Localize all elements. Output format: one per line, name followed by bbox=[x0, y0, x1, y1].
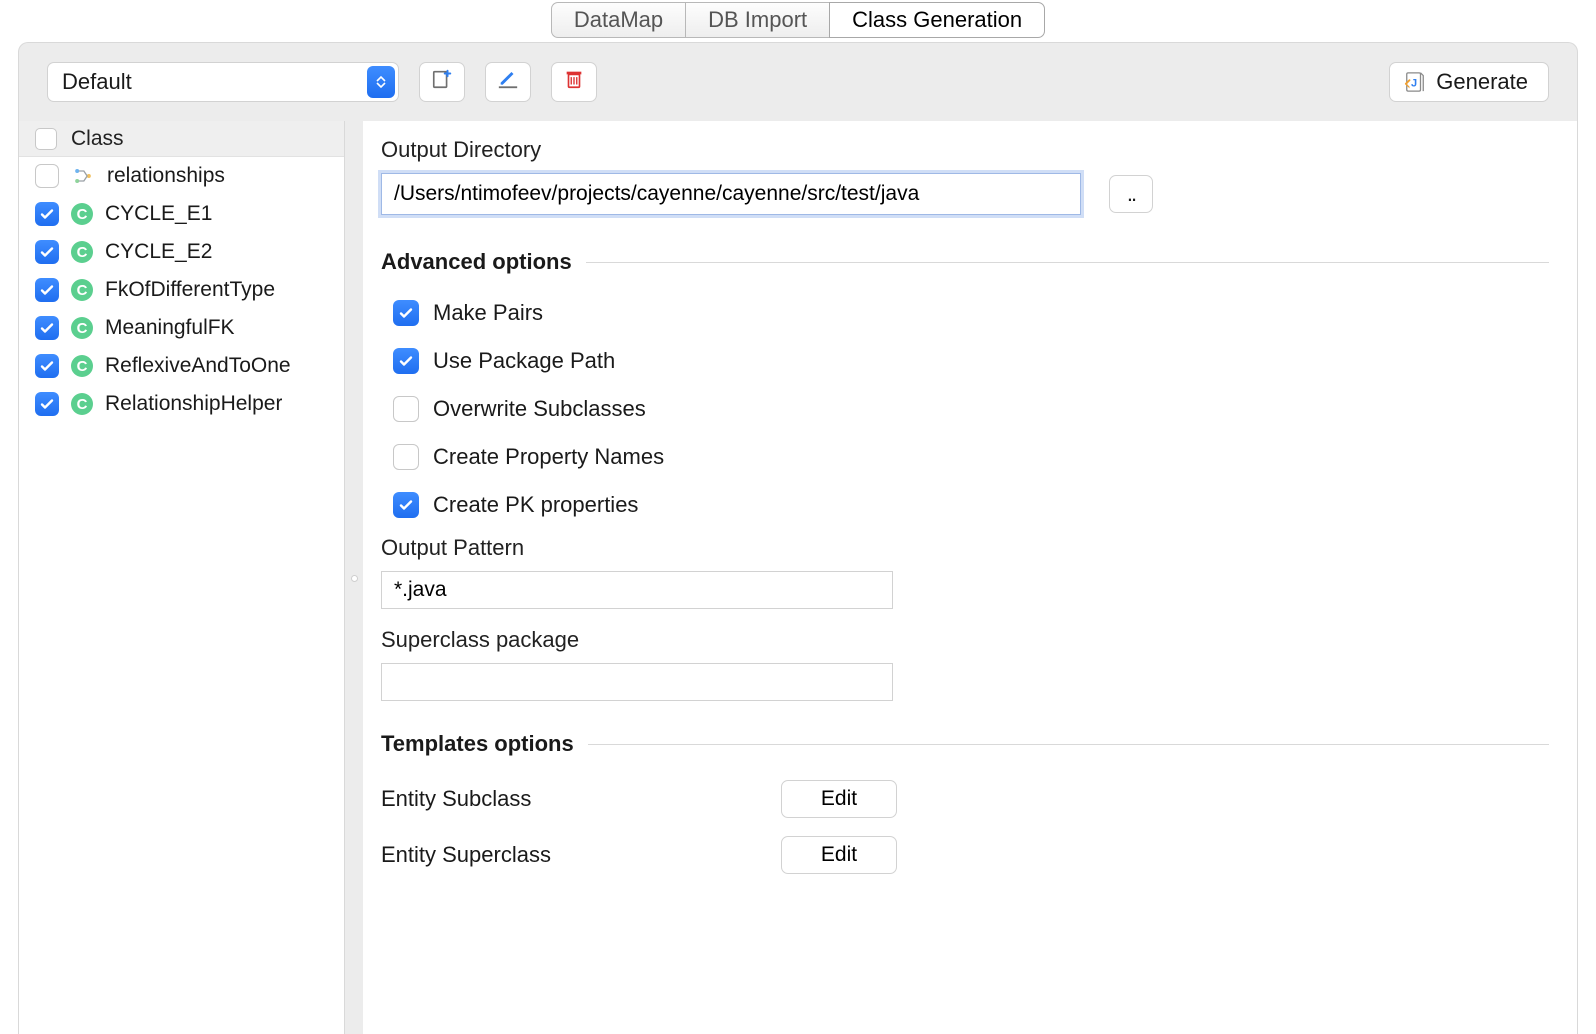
browse-output-dir-button[interactable]: .. bbox=[1109, 175, 1153, 213]
option-checkbox[interactable] bbox=[393, 348, 419, 374]
datamap-icon bbox=[71, 164, 95, 188]
advanced-option: Make Pairs bbox=[393, 289, 1549, 337]
template-edit-button[interactable]: Edit bbox=[781, 780, 897, 818]
tree-row-label: CYCLE_E1 bbox=[105, 202, 212, 226]
template-row: Entity SuperclassEdit bbox=[381, 827, 1549, 883]
generate-button[interactable]: J Generate bbox=[1389, 62, 1549, 102]
tree-row-label: relationships bbox=[107, 164, 225, 188]
section-rule bbox=[588, 744, 1549, 745]
tree-row-checkbox[interactable] bbox=[35, 240, 59, 264]
tree-row-label: ReflexiveAndToOne bbox=[105, 354, 291, 378]
template-row: Entity SubclassEdit bbox=[381, 771, 1549, 827]
output-pattern-input[interactable] bbox=[381, 571, 893, 609]
advanced-option: Use Package Path bbox=[393, 337, 1549, 385]
tab-datamap[interactable]: DataMap bbox=[551, 2, 685, 38]
option-checkbox[interactable] bbox=[393, 444, 419, 470]
option-label: Make Pairs bbox=[433, 300, 543, 326]
option-label: Create Property Names bbox=[433, 444, 664, 470]
config-select[interactable]: Default bbox=[47, 62, 399, 102]
template-edit-button[interactable]: Edit bbox=[781, 836, 897, 874]
new-file-icon bbox=[431, 68, 453, 96]
new-config-button[interactable] bbox=[419, 62, 465, 102]
tree-row-label: CYCLE_E2 bbox=[105, 240, 212, 264]
tree-header: Class bbox=[19, 121, 344, 157]
entity-icon: C bbox=[71, 279, 93, 301]
tree-header-checkbox[interactable] bbox=[35, 128, 57, 150]
advanced-option: Create Property Names bbox=[393, 433, 1549, 481]
advanced-option: Overwrite Subclasses bbox=[393, 385, 1549, 433]
tree-row[interactable]: C MeaningfulFK bbox=[19, 309, 344, 347]
advanced-options-title: Advanced options bbox=[381, 249, 572, 275]
chevron-updown-icon bbox=[367, 66, 395, 98]
superclass-package-input[interactable] bbox=[381, 663, 893, 701]
output-pattern-label: Output Pattern bbox=[381, 535, 1549, 561]
template-label: Entity Superclass bbox=[381, 842, 781, 868]
trash-icon bbox=[563, 68, 585, 96]
tree-row[interactable]: C CYCLE_E1 bbox=[19, 195, 344, 233]
split-handle[interactable] bbox=[345, 121, 363, 1034]
java-file-icon: J bbox=[1404, 71, 1426, 93]
tree-row-checkbox[interactable] bbox=[35, 278, 59, 302]
option-checkbox[interactable] bbox=[393, 396, 419, 422]
panel-classgen: Default bbox=[18, 42, 1578, 1034]
tree-row-checkbox[interactable] bbox=[35, 392, 59, 416]
tree-row[interactable]: C ReflexiveAndToOne bbox=[19, 347, 344, 385]
tree-row[interactable]: C FkOfDifferentType bbox=[19, 271, 344, 309]
pencil-icon bbox=[497, 68, 519, 96]
edit-config-button[interactable] bbox=[485, 62, 531, 102]
tree-header-label: Class bbox=[71, 127, 124, 151]
tree-row-checkbox[interactable] bbox=[35, 164, 59, 188]
tree-row-label: RelationshipHelper bbox=[105, 392, 282, 416]
toolbar: Default bbox=[19, 43, 1577, 121]
templates-options-title: Templates options bbox=[381, 731, 574, 757]
tree-row[interactable]: C CYCLE_E2 bbox=[19, 233, 344, 271]
entity-icon: C bbox=[71, 317, 93, 339]
advanced-option: Create PK properties bbox=[393, 481, 1549, 529]
entity-icon: C bbox=[71, 393, 93, 415]
config-select-value: Default bbox=[62, 69, 132, 95]
entity-icon: C bbox=[71, 355, 93, 377]
option-label: Create PK properties bbox=[433, 492, 638, 518]
class-tree: Class relationships C CYCLE_E1 C CYCLE_E2 C Fk… bbox=[19, 121, 345, 1034]
tree-row-checkbox[interactable] bbox=[35, 202, 59, 226]
svg-text:J: J bbox=[1411, 78, 1417, 90]
tree-row-label: MeaningfulFK bbox=[105, 316, 235, 340]
option-checkbox[interactable] bbox=[393, 300, 419, 326]
tab-classgen[interactable]: Class Generation bbox=[829, 2, 1045, 38]
template-label: Entity Subclass bbox=[381, 786, 781, 812]
tree-row[interactable]: C RelationshipHelper bbox=[19, 385, 344, 423]
output-directory-input[interactable] bbox=[381, 173, 1081, 215]
tab-strip: DataMap DB Import Class Generation bbox=[0, 0, 1596, 40]
tree-row[interactable]: relationships bbox=[19, 157, 344, 195]
generate-button-label: Generate bbox=[1436, 69, 1528, 95]
entity-icon: C bbox=[71, 241, 93, 263]
split-grip-icon bbox=[351, 575, 358, 582]
tab-dbimport[interactable]: DB Import bbox=[685, 2, 829, 38]
option-checkbox[interactable] bbox=[393, 492, 419, 518]
classgen-form: Output Directory .. Advanced options Mak… bbox=[363, 121, 1577, 1034]
option-label: Use Package Path bbox=[433, 348, 615, 374]
tree-row-label: FkOfDifferentType bbox=[105, 278, 275, 302]
section-rule bbox=[586, 262, 1549, 263]
output-directory-label: Output Directory bbox=[381, 137, 1549, 163]
tree-row-checkbox[interactable] bbox=[35, 354, 59, 378]
delete-config-button[interactable] bbox=[551, 62, 597, 102]
entity-icon: C bbox=[71, 203, 93, 225]
option-label: Overwrite Subclasses bbox=[433, 396, 646, 422]
tree-row-checkbox[interactable] bbox=[35, 316, 59, 340]
superclass-package-label: Superclass package bbox=[381, 627, 1549, 653]
